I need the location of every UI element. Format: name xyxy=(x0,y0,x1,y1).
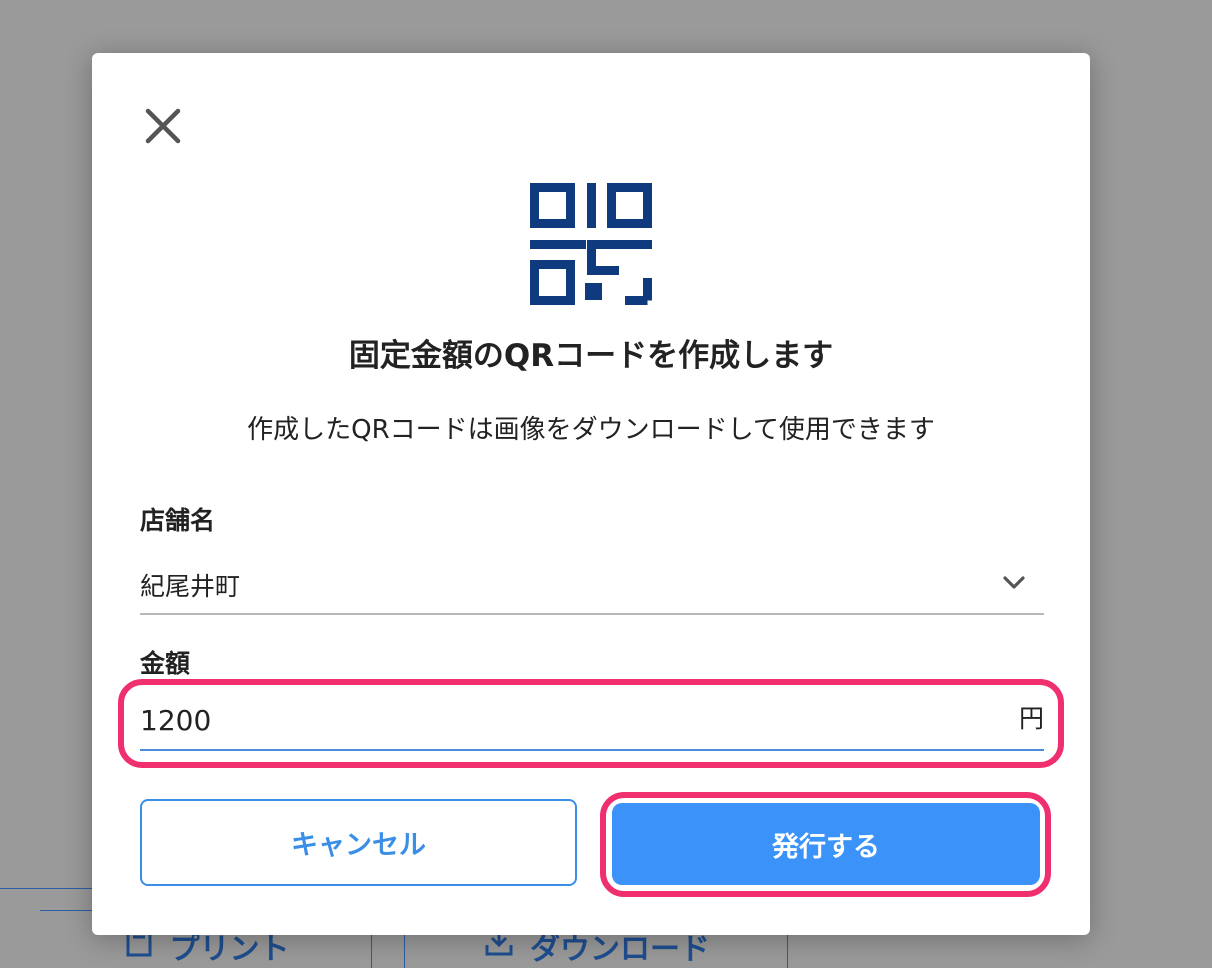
amount-field: 円 xyxy=(140,691,1044,751)
chevron-down-icon xyxy=(1003,576,1025,589)
amount-label: 金額 xyxy=(140,649,191,678)
create-qr-dialog: 固定金額のQRコードを作成します 作成したQRコードは画像をダウンロードして使用… xyxy=(92,53,1090,935)
issue-button[interactable]: 発行する xyxy=(612,803,1040,885)
amount-input[interactable] xyxy=(140,699,980,741)
store-select-value: 紀尾井町 xyxy=(140,572,241,601)
close-button[interactable] xyxy=(142,105,184,147)
store-select[interactable]: 紀尾井町 xyxy=(140,553,1044,615)
amount-unit: 円 xyxy=(1018,704,1044,733)
store-label: 店舗名 xyxy=(140,506,216,535)
close-icon xyxy=(145,108,181,144)
qr-code-icon xyxy=(530,183,652,305)
dialog-description: 作成したQRコードは画像をダウンロードして使用できます xyxy=(247,415,935,445)
background-divider xyxy=(0,888,92,889)
dialog-title: 固定金額のQRコードを作成します xyxy=(348,338,834,374)
cancel-button[interactable]: キャンセル xyxy=(140,799,577,886)
